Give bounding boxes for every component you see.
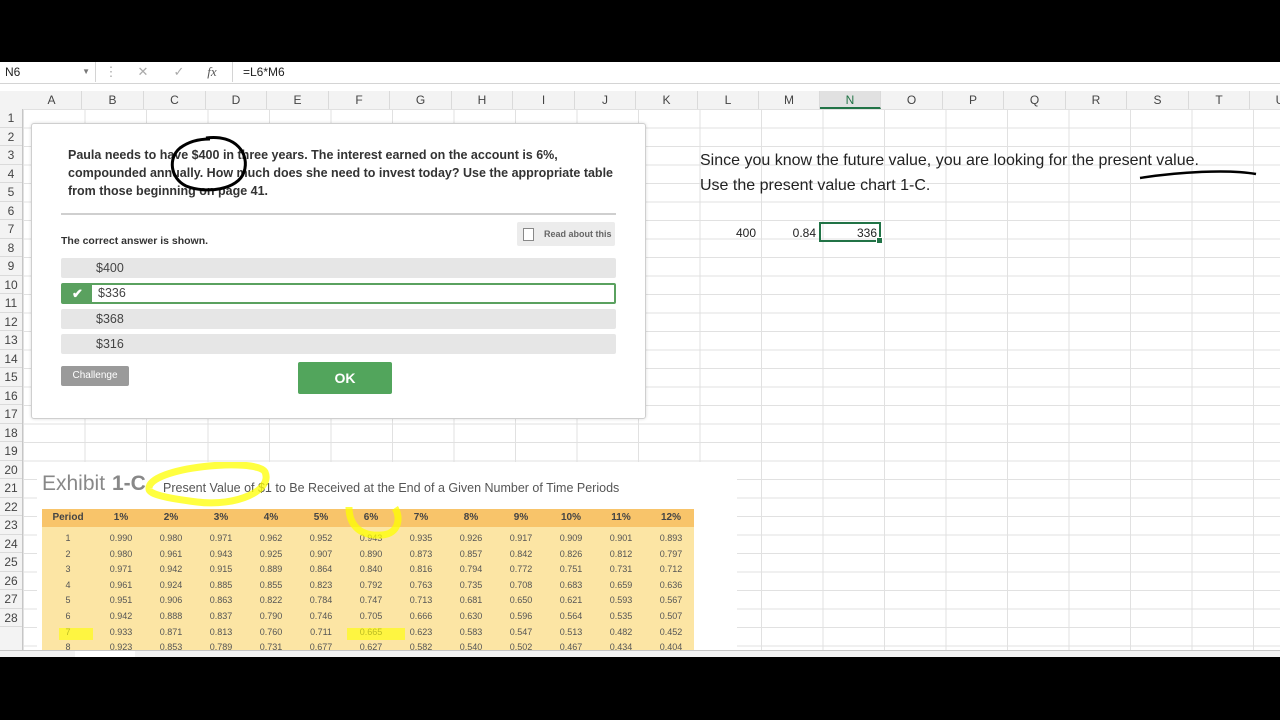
column-header-B[interactable]: B — [82, 91, 144, 109]
row-header-4[interactable]: 4 — [0, 165, 22, 183]
column-headers: ABCDEFGHIJKLMNOPQRSTU — [0, 91, 1280, 110]
row-header-9[interactable]: 9 — [0, 257, 22, 276]
formula-bar: N6 ▼ ⋮ ✕ ✓ fx =L6*M6 — [0, 62, 1280, 84]
column-header-C[interactable]: C — [144, 91, 206, 109]
column-header-Q[interactable]: Q — [1004, 91, 1066, 109]
row-header-18[interactable]: 18 — [0, 424, 22, 442]
row-header-21[interactable]: 21 — [0, 479, 22, 498]
sheet-tabs-bar — [0, 650, 1280, 657]
row-headers: 1 2 3 4 5 6 7 8 9 10 11 12 13 14 15 16 17 18 19 20 21 22 23 24 2… — [0, 109, 23, 657]
column-header-R[interactable]: R — [1066, 91, 1127, 109]
row-header-13[interactable]: 13 — [0, 331, 22, 350]
chevron-down-icon[interactable]: ▼ — [82, 62, 90, 82]
row-header-12[interactable]: 12 — [0, 313, 22, 331]
correct-answer-label: The correct answer is shown. — [61, 235, 209, 247]
row-header-3[interactable]: 3 — [0, 146, 22, 165]
column-header-K[interactable]: K — [636, 91, 698, 109]
column-header-M[interactable]: M — [759, 91, 820, 109]
challenge-button[interactable]: Challenge — [61, 366, 129, 386]
exhibit-table-image: Exhibit 1-C Present Value of $1 to Be Re… — [37, 462, 737, 657]
cancel-icon[interactable]: ✕ — [132, 62, 154, 82]
row-header-7[interactable]: 7 — [0, 220, 22, 239]
row-header-27[interactable]: 27 — [0, 590, 22, 609]
column-header-E[interactable]: E — [267, 91, 329, 109]
question-text: Paula needs to have $400 in three years.… — [68, 148, 613, 198]
row-header-8[interactable]: 8 — [0, 239, 22, 257]
name-box[interactable]: N6 ▼ — [0, 62, 96, 82]
menu-dots-icon[interactable]: ⋮ — [100, 62, 122, 82]
row-header-6[interactable]: 6 — [0, 202, 22, 220]
row-header-16[interactable]: 16 — [0, 387, 22, 405]
row-header-1[interactable]: 1 — [0, 109, 22, 128]
column-header-L[interactable]: L — [698, 91, 759, 109]
check-icon: ✔ — [63, 285, 92, 302]
row-header-10[interactable]: 10 — [0, 276, 22, 294]
column-header-J[interactable]: J — [575, 91, 636, 109]
document-icon — [523, 228, 534, 241]
name-box-value: N6 — [5, 65, 21, 79]
column-header-S[interactable]: S — [1127, 91, 1189, 109]
annotation-circle — [170, 136, 247, 192]
row-header-11[interactable]: 11 — [0, 294, 22, 313]
row-header-28[interactable]: 28 — [0, 609, 22, 627]
column-header-A[interactable]: A — [22, 91, 82, 109]
column-header-O[interactable]: O — [881, 91, 943, 109]
answer-option-label: $368 — [96, 312, 124, 326]
column-header-I[interactable]: I — [513, 91, 575, 109]
row-header-5[interactable]: 5 — [0, 183, 22, 202]
column-header-U[interactable]: U — [1250, 91, 1280, 109]
row-header-17[interactable]: 17 — [0, 405, 22, 424]
row-header-23[interactable]: 23 — [0, 516, 22, 535]
active-cell-N6[interactable]: 336 — [819, 222, 883, 244]
column-header-T[interactable]: T — [1189, 91, 1250, 109]
column-header-P[interactable]: P — [943, 91, 1004, 109]
row-header-20[interactable]: 20 — [0, 461, 22, 479]
read-about-label: Read about this — [544, 229, 612, 239]
annotation-underline — [1139, 170, 1257, 180]
column-header-F[interactable]: F — [329, 91, 390, 109]
row-header-19[interactable]: 19 — [0, 442, 22, 461]
highlighter-marks — [59, 462, 405, 640]
row-header-25[interactable]: 25 — [0, 553, 22, 572]
cell-M6[interactable]: 0.84 — [760, 226, 816, 240]
row-header-15[interactable]: 15 — [0, 368, 22, 387]
row-header-24[interactable]: 24 — [0, 535, 22, 553]
column-header-G[interactable]: G — [390, 91, 452, 109]
note-line-1: Since you know the future value, you are… — [700, 152, 1199, 169]
sheet-tab[interactable] — [75, 651, 135, 657]
ok-button[interactable]: OK — [298, 362, 392, 394]
quiz-card: Paula needs to have $400 in three years.… — [31, 123, 646, 419]
row-header-22[interactable]: 22 — [0, 498, 22, 516]
excel-window: N6 ▼ ⋮ ✕ ✓ fx =L6*M6 ABCDEFGHIJKLMNOPQRS… — [0, 62, 1280, 657]
cell-L6[interactable]: 400 — [700, 226, 756, 240]
confirm-icon[interactable]: ✓ — [168, 62, 190, 82]
answer-option-selected[interactable]: ✔ $336 — [61, 283, 616, 304]
fx-icon[interactable]: fx — [201, 62, 223, 82]
answer-option-box: ✔ $336 — [61, 283, 616, 304]
read-about-button[interactable]: Read about this — [517, 222, 615, 246]
answer-option[interactable]: $368 — [61, 309, 616, 329]
row-header-2[interactable]: 2 — [0, 128, 22, 146]
divider — [61, 213, 616, 215]
answer-option-label: $316 — [96, 337, 124, 351]
formula-input[interactable]: =L6*M6 — [232, 62, 1280, 82]
fill-handle[interactable] — [876, 237, 883, 244]
answer-option[interactable]: $316 — [61, 334, 616, 354]
answer-option-label: $336 — [98, 286, 126, 300]
column-header-N[interactable]: N — [820, 91, 881, 109]
row-header-26[interactable]: 26 — [0, 572, 22, 590]
note-line-2: Use the present value chart 1-C. — [700, 177, 931, 194]
answer-option[interactable]: $400 — [61, 258, 616, 278]
row-header-14[interactable]: 14 — [0, 350, 22, 368]
answer-option-label: $400 — [96, 261, 124, 275]
cell-N6: 336 — [856, 226, 877, 240]
column-header-H[interactable]: H — [452, 91, 513, 109]
column-header-D[interactable]: D — [206, 91, 267, 109]
